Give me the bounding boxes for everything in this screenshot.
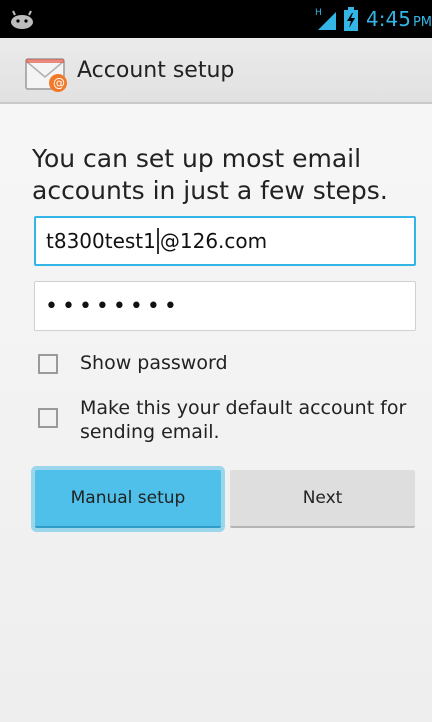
action-bar: @ Account setup	[0, 38, 432, 104]
default-account-row[interactable]: Make this your default account for sendi…	[38, 396, 418, 444]
password-field[interactable]: ••••••••	[34, 281, 416, 331]
svg-text:@: @	[53, 76, 65, 90]
clock-ampm: PM	[412, 15, 432, 30]
status-icons: H 4:45 PM	[314, 0, 432, 38]
android-notification-icon	[11, 10, 33, 29]
email-value-start: t8300test1	[46, 229, 156, 253]
show-password-checkbox[interactable]	[38, 354, 58, 374]
default-account-checkbox[interactable]	[38, 408, 58, 428]
next-button[interactable]: Next	[230, 470, 415, 528]
password-value: ••••••••	[45, 293, 181, 319]
status-clock: 4:45 PM	[366, 7, 432, 31]
text-cursor	[156, 228, 159, 254]
signal-type-label: H	[315, 8, 322, 18]
clock-time: 4:45	[366, 7, 411, 31]
signal-strength-icon: H	[315, 8, 337, 30]
show-password-label: Show password	[80, 352, 228, 374]
default-account-label: Make this your default account for sendi…	[80, 397, 407, 443]
email-value-end: @126.com	[159, 229, 268, 253]
setup-intro-text: You can set up most email accounts in ju…	[32, 144, 388, 205]
page-title: Account setup	[77, 58, 235, 83]
battery-charging-icon	[344, 7, 359, 31]
manual-setup-button[interactable]: Manual setup	[35, 470, 221, 528]
show-password-row[interactable]: Show password	[38, 351, 418, 375]
email-app-icon[interactable]: @	[24, 53, 70, 93]
email-field[interactable]: t8300test1 @126.com	[34, 216, 416, 266]
status-bar: H 4:45 PM	[0, 0, 432, 38]
